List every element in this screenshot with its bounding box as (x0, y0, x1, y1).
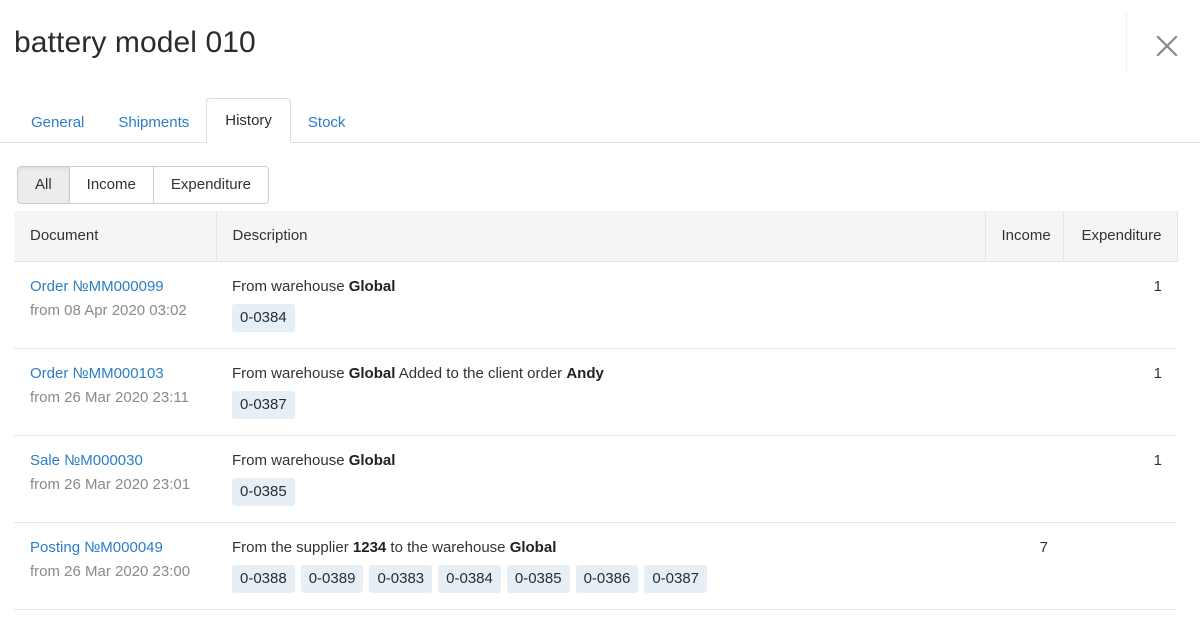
cell-description: From warehouse Global Added to the clien… (216, 348, 985, 436)
serial-badge[interactable]: 0-0384 (438, 565, 501, 593)
filter-button-all[interactable]: All (17, 166, 69, 204)
tab-history[interactable]: History (206, 98, 291, 143)
document-date: from 26 Mar 2020 23:01 (30, 475, 191, 493)
column-header-document: Document (14, 211, 217, 262)
serial-badge[interactable]: 0-0385 (232, 478, 295, 506)
cell-income: 7 (985, 522, 1063, 610)
cell-document: Sale №M000030 from 26 Mar 2020 23:01 (14, 435, 216, 523)
cell-document: Posting №M000049 from 26 Mar 2020 23:00 (14, 522, 216, 610)
badge-list: 0-0387 (232, 391, 975, 419)
description-text: From the supplier 1234 to the warehouse … (232, 539, 557, 556)
serial-badge[interactable]: 0-0388 (232, 565, 295, 593)
cell-income (985, 261, 1063, 349)
serial-badge[interactable]: 0-0383 (369, 565, 433, 593)
table-row: Posting №M000049 from 26 Mar 2020 23:00 Fr… (14, 522, 1177, 610)
cell-income (985, 348, 1063, 436)
document-link[interactable]: Order №MM000103 (30, 365, 164, 382)
serial-badge[interactable]: 0-0385 (506, 565, 570, 593)
serial-badge[interactable]: 0-0389 (300, 565, 364, 593)
cell-document: Order №MM000103 from 26 Mar 2020 23:11 (14, 348, 216, 436)
cell-expenditure (1063, 522, 1177, 610)
tab-shipments[interactable]: Shipments (101, 103, 206, 143)
table-row: Order №MM000103 from 26 Mar 2020 23:11 Fro… (14, 348, 1177, 436)
document-date: from 26 Mar 2020 23:00 (30, 562, 191, 580)
table-row: Order №MM000099 from 08 Apr 2020 03:02 Fro… (14, 261, 1177, 349)
page-title: battery model 010 (14, 26, 256, 59)
tab-general[interactable]: General (14, 103, 101, 143)
tab-stock[interactable]: Stock (291, 103, 363, 143)
badge-list: 0-0385 (232, 478, 975, 506)
table-row: Sale №M000030 from 26 Mar 2020 23:01 From … (14, 435, 1177, 523)
filter-button-expenditure[interactable]: Expenditure (152, 166, 269, 204)
column-header-description: Description (216, 211, 986, 262)
close-button[interactable] (1148, 27, 1186, 65)
cell-expenditure: 1 (1063, 348, 1177, 436)
badge-list: 0-0384 (232, 304, 975, 332)
document-link[interactable]: Posting №M000049 (30, 539, 163, 556)
description-text: From warehouse Global (232, 452, 396, 469)
cell-document: Order №MM000099 from 08 Apr 2020 03:02 (14, 261, 216, 349)
table-header-row: Document Description Income Expenditure (14, 211, 1178, 262)
document-link[interactable]: Order №MM000099 (30, 278, 164, 295)
cell-description: From warehouse Global 0-0384 (216, 261, 985, 349)
document-date: from 08 Apr 2020 03:02 (30, 301, 187, 319)
cell-income (985, 435, 1063, 523)
header-divider (1126, 12, 1127, 74)
history-table: Document Description Income Expenditure … (14, 211, 1178, 610)
cell-expenditure: 1 (1063, 435, 1177, 523)
filter-button-income[interactable]: Income (68, 166, 153, 204)
table-body: Order №MM000099 from 08 Apr 2020 03:02 Fro… (14, 261, 1177, 610)
document-link[interactable]: Sale №M000030 (30, 452, 143, 469)
serial-badge[interactable]: 0-0387 (232, 391, 295, 419)
close-icon (1156, 35, 1178, 57)
column-header-expenditure: Expenditure (1063, 211, 1178, 262)
serial-badge[interactable]: 0-0386 (575, 565, 639, 593)
modal-header: battery model 010 (0, 0, 1200, 86)
filter-button-group: All Income Expenditure (17, 166, 269, 204)
cell-description: From the supplier 1234 to the warehouse … (216, 522, 985, 610)
filter-bar: All Income Expenditure (0, 143, 1200, 211)
document-date: from 26 Mar 2020 23:11 (30, 388, 189, 406)
serial-badge[interactable]: 0-0384 (232, 304, 295, 332)
cell-description: From warehouse Global 0-0385 (216, 435, 985, 523)
cell-expenditure: 1 (1063, 261, 1177, 349)
column-header-income: Income (985, 211, 1064, 262)
table-head: Document Description Income Expenditure (14, 211, 1178, 262)
history-table-wrap: Document Description Income Expenditure … (0, 211, 1200, 610)
tab-bar: General Shipments History Stock (0, 86, 1200, 143)
description-text: From warehouse Global (232, 278, 396, 295)
serial-badge[interactable]: 0-0387 (644, 565, 708, 593)
description-text: From warehouse Global Added to the clien… (232, 365, 604, 382)
badge-list: 0-0388 0-0389 0-0383 0-0384 0-0385 0-0386 0-03… (232, 565, 975, 593)
